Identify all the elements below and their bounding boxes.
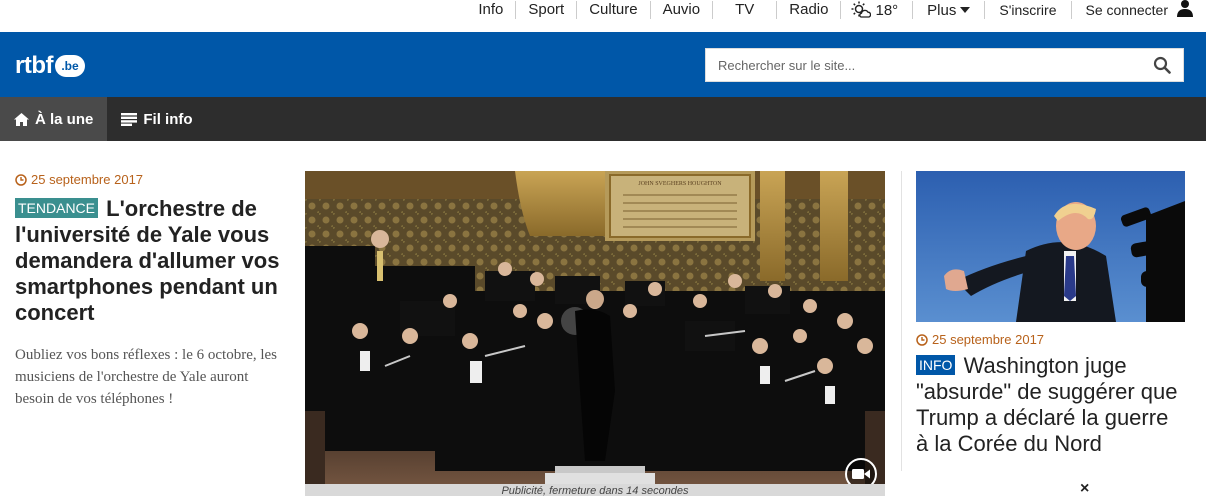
sun-cloud-icon [851, 1, 872, 18]
list-icon [121, 112, 138, 126]
logo-suffix: .be [54, 55, 85, 77]
tab-home-label: À la une [35, 110, 94, 128]
trump-photo[interactable] [916, 171, 1185, 322]
site-logo[interactable]: rtbf .be [15, 54, 85, 78]
column-divider [901, 171, 902, 471]
top-nav-auvio[interactable]: Auvio [651, 0, 713, 20]
search-icon[interactable] [1153, 56, 1171, 79]
top-nav-info[interactable]: Info [466, 0, 515, 20]
plaque-text: JOHN SVEGHERS HOUGHTON [638, 181, 722, 187]
site-header: rtbf .be [0, 32, 1206, 97]
plus-menu[interactable]: Plus [913, 2, 984, 19]
top-nav-sport[interactable]: Sport [516, 0, 576, 20]
plus-label: Plus [927, 1, 957, 19]
left-article[interactable]: 25 septembre 2017 TENDANCE L'orchestre d… [15, 172, 290, 410]
tab-home[interactable]: À la une [0, 97, 108, 141]
article-excerpt: Oubliez vos bons réflexes : le 6 octobre… [15, 347, 278, 407]
section-nav: À la une Fil info [0, 97, 1206, 141]
weather-temperature: 18° [875, 1, 899, 19]
tab-news-feed-label: Fil info [143, 110, 193, 128]
search-input[interactable] [706, 49, 1146, 81]
search-box [705, 48, 1184, 82]
top-nav-culture[interactable]: Culture [577, 0, 649, 20]
top-bar: Info Sport Culture Auvio TV Radio 18° Pl… [0, 0, 1206, 32]
article-headline[interactable]: INFO Washington juge "absurde" de suggér… [916, 353, 1186, 457]
top-nav: Info Sport Culture Auvio TV Radio 18° Pl… [466, 0, 1206, 20]
weather-widget[interactable]: 18° [841, 1, 912, 19]
top-nav-radio[interactable]: Radio [777, 0, 840, 20]
tab-news-feed[interactable]: Fil info [107, 97, 206, 141]
logo-text: rtbf [15, 52, 53, 79]
tendance-badge: TENDANCE [15, 198, 99, 218]
article-date: 25 septembre 2017 [15, 172, 290, 187]
user-icon[interactable] [1174, 0, 1206, 21]
orchestra-illustration: JOHN SVEGHERS HOUGHTON [305, 171, 885, 496]
right-article[interactable]: 25 septembre 2017 INFO Washington juge "… [916, 171, 1186, 457]
caret-down-icon [960, 7, 971, 13]
date-text: 25 septembre 2017 [31, 172, 144, 187]
home-icon [14, 112, 29, 126]
signup-link[interactable]: S'inscrire [985, 2, 1070, 18]
article-date: 25 septembre 2017 [916, 332, 1186, 347]
top-nav-tv[interactable]: TV [713, 0, 776, 20]
hero-image[interactable]: JOHN SVEGHERS HOUGHTON [305, 171, 885, 496]
close-icon[interactable]: × [1080, 481, 1089, 496]
clock-icon [916, 333, 928, 346]
info-badge: INFO [916, 355, 956, 375]
article-headline[interactable]: TENDANCE L'orchestre de l'université de … [15, 196, 290, 326]
ad-countdown-bar: Publicité, fermeture dans 14 secondes [305, 484, 885, 496]
login-link[interactable]: Se connecter [1072, 2, 1175, 18]
clock-icon [15, 173, 27, 186]
date-text: 25 septembre 2017 [932, 332, 1045, 347]
